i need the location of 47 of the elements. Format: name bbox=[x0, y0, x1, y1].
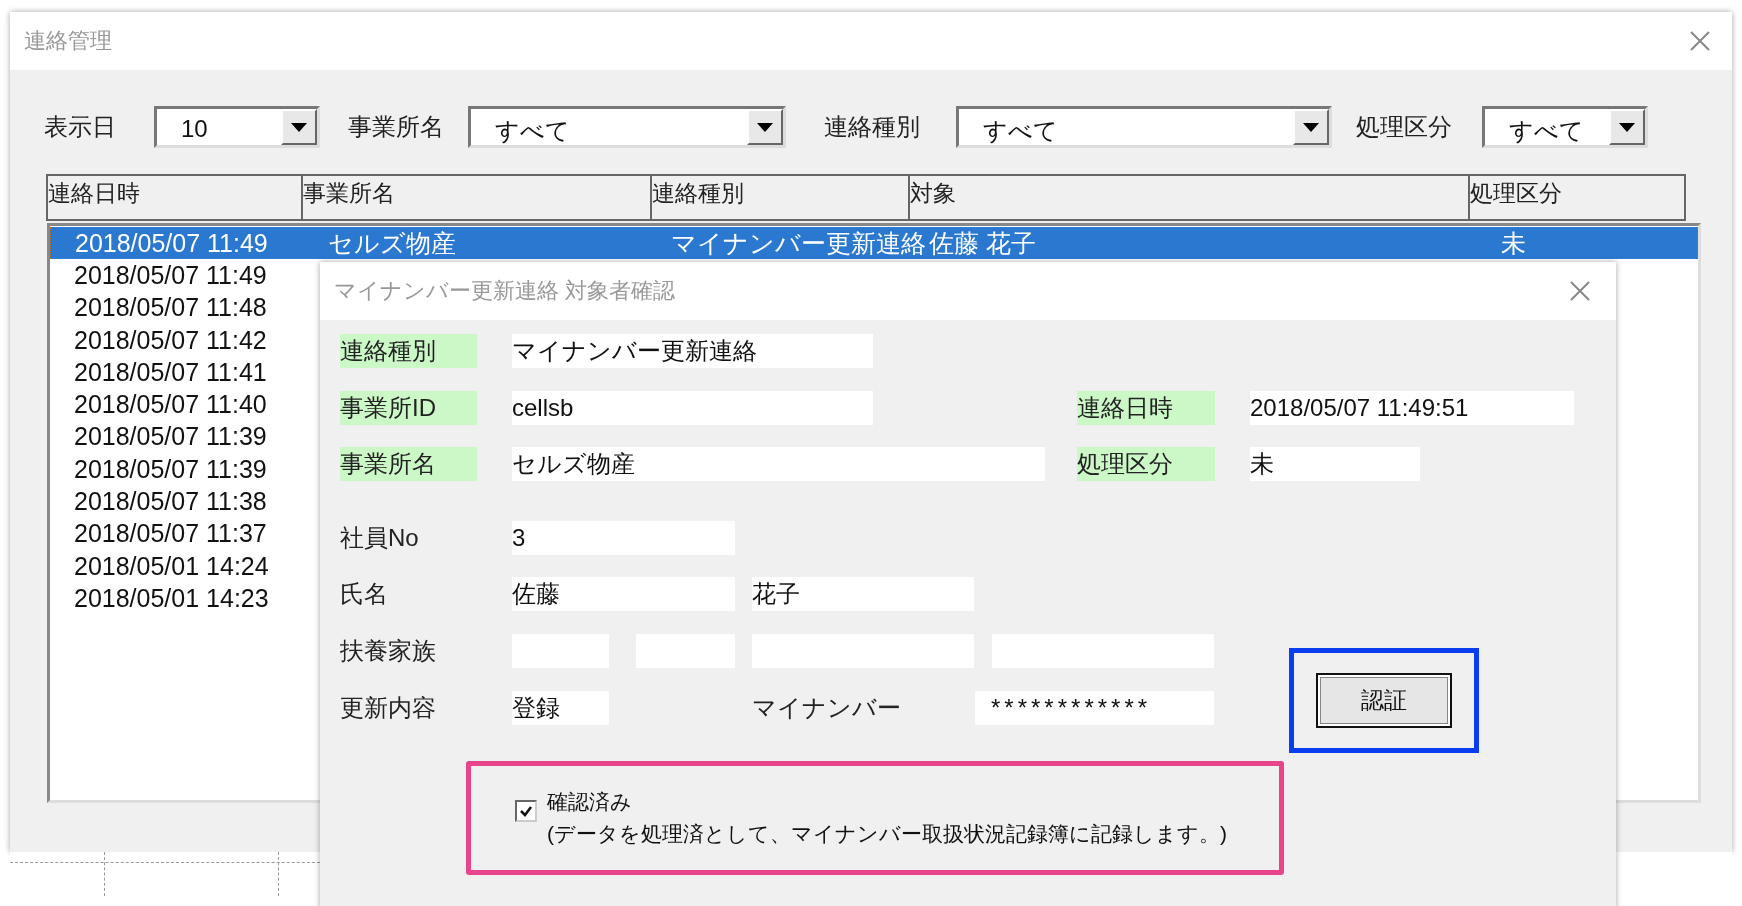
auth-button[interactable]: 認証 bbox=[1316, 673, 1452, 728]
column-header[interactable]: 連絡種別 bbox=[652, 176, 910, 219]
filter-label: 事業所名 bbox=[348, 112, 444, 142]
field-label: 事業所ID bbox=[340, 391, 477, 425]
text-field[interactable]: マイナンバー更新連絡 bbox=[512, 334, 873, 368]
check-icon bbox=[519, 805, 533, 817]
dropdown-field[interactable]: すべて bbox=[468, 106, 786, 148]
close-icon[interactable] bbox=[1570, 281, 1590, 301]
column-header[interactable]: 処理区分 bbox=[1470, 176, 1684, 219]
field-label: 事業所名 bbox=[340, 447, 477, 481]
dropdown-field[interactable]: すべて bbox=[956, 106, 1332, 148]
field-label: マイナンバー bbox=[752, 693, 902, 723]
field-label: 氏名 bbox=[340, 579, 389, 609]
text-field[interactable]: 未 bbox=[1250, 447, 1420, 481]
close-icon[interactable] bbox=[1690, 31, 1710, 51]
text-field[interactable]: cellsb bbox=[512, 391, 873, 425]
text-field[interactable]: 登録 bbox=[512, 691, 609, 725]
dropdown-arrow-icon bbox=[291, 122, 307, 132]
text-field[interactable]: ************ bbox=[975, 691, 1214, 725]
checkbox-label: 確認済み bbox=[547, 789, 632, 815]
dropdown-field[interactable]: すべて bbox=[1482, 106, 1648, 148]
column-header[interactable]: 連絡日時 bbox=[48, 176, 303, 219]
column-header[interactable]: 対象 bbox=[910, 176, 1470, 219]
filter-label: 表示日 bbox=[44, 112, 116, 142]
checkbox[interactable] bbox=[515, 800, 537, 822]
column-header[interactable]: 事業所名 bbox=[303, 176, 652, 219]
dialog-title: マイナンバー更新連絡 対象者確認 bbox=[334, 277, 676, 305]
text-field[interactable]: セルズ物産 bbox=[512, 447, 1045, 481]
field-label: 社員No bbox=[340, 523, 420, 553]
field-label: 連絡日時 bbox=[1077, 391, 1215, 425]
dropdown-field[interactable]: 10 bbox=[154, 106, 320, 148]
list-row[interactable]: 2018/05/07 11:49 セルズ物産 マイナンバー更新連絡佐藤 花子 未 bbox=[50, 227, 1698, 260]
window-title: 連絡管理 bbox=[24, 27, 112, 55]
text-field[interactable]: 2018/05/07 11:49:51 bbox=[1250, 391, 1574, 425]
field-label: 更新内容 bbox=[340, 693, 437, 723]
field-label: 連絡種別 bbox=[340, 334, 477, 368]
filter-label: 処理区分 bbox=[1356, 112, 1452, 142]
filter-label: 連絡種別 bbox=[824, 112, 920, 142]
checkbox-note: (データを処理済として、マイナンバー取扱状況記録簿に記録します。) bbox=[547, 821, 1227, 847]
field-label: 処理区分 bbox=[1077, 447, 1215, 481]
dropdown-arrow-icon bbox=[1303, 122, 1319, 132]
text-field[interactable]: 3 bbox=[512, 521, 735, 555]
text-field[interactable]: 佐藤 bbox=[512, 577, 735, 611]
dropdown-arrow-icon bbox=[757, 122, 773, 132]
text-field[interactable]: 花子 bbox=[752, 577, 974, 611]
field-label: 扶養家族 bbox=[340, 636, 437, 666]
dropdown-arrow-icon bbox=[1619, 122, 1635, 132]
